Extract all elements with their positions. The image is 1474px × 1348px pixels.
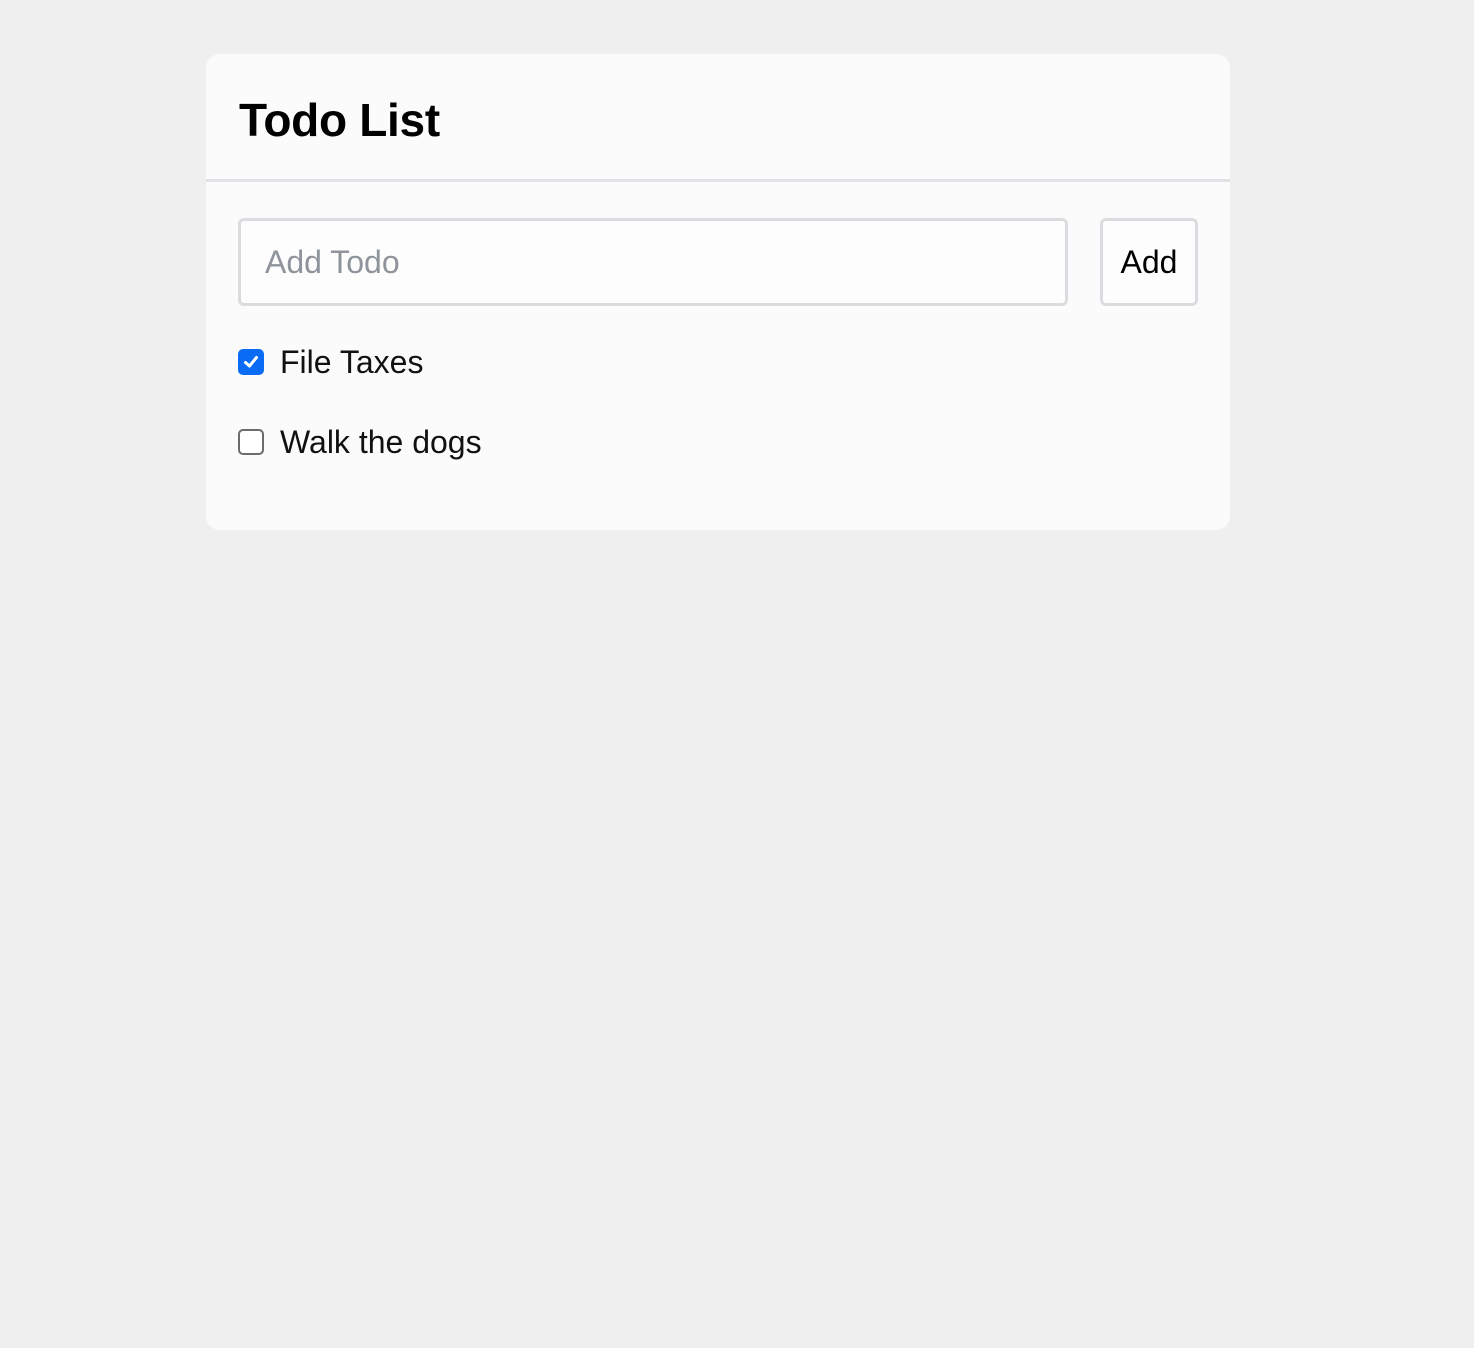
card-header: Todo List: [206, 54, 1230, 182]
todo-label: Walk the dogs: [280, 424, 482, 460]
todo-item: Walk the dogs: [238, 420, 482, 464]
add-todo-form: Add: [238, 218, 1198, 306]
todo-list: File Taxes Walk the dogs: [238, 340, 482, 500]
todo-item: File Taxes: [238, 340, 482, 384]
checkmark-icon: [244, 356, 258, 368]
add-button[interactable]: Add: [1100, 218, 1198, 306]
todo-checkbox[interactable]: [238, 349, 264, 375]
todo-card: Todo List Add File Taxes Walk the dogs: [206, 54, 1230, 530]
add-todo-input[interactable]: [238, 218, 1068, 306]
todo-checkbox[interactable]: [238, 429, 264, 455]
page-title: Todo List: [239, 94, 440, 146]
todo-label: File Taxes: [280, 344, 424, 380]
